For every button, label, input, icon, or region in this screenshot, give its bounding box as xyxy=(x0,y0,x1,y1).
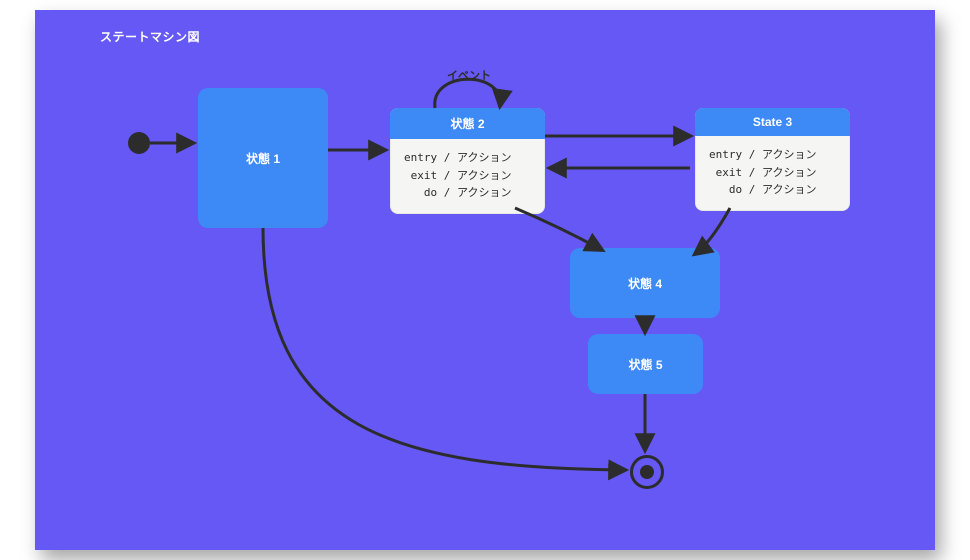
edge-s2-self xyxy=(435,79,500,108)
state-5: 状態 5 xyxy=(588,334,703,394)
diagram-canvas: ステートマシン図 状態 1 状態 2 entry / アクション exit / … xyxy=(35,10,935,550)
state-3-body: entry / アクション exit / アクション do / アクション xyxy=(695,136,850,211)
state-2-action-entry: entry / アクション xyxy=(404,149,531,167)
state-1: 状態 1 xyxy=(198,88,328,228)
final-state-inner xyxy=(640,465,654,479)
edge-self-state2-label: イベント xyxy=(447,67,491,83)
state-3-action-do: do / アクション xyxy=(709,181,836,199)
state-2-body: entry / アクション exit / アクション do / アクション xyxy=(390,139,545,214)
diagram-title: ステートマシン図 xyxy=(100,28,200,45)
state-2: 状態 2 entry / アクション exit / アクション do / アクシ… xyxy=(390,108,545,214)
state-4: 状態 4 xyxy=(570,248,720,318)
state-2-title: 状態 2 xyxy=(390,108,545,139)
edges-layer xyxy=(35,10,935,550)
state-5-label: 状態 5 xyxy=(628,356,662,373)
state-3-action-exit: exit / アクション xyxy=(709,164,836,182)
state-3-title: State 3 xyxy=(695,108,850,136)
state-1-label: 状態 1 xyxy=(246,150,280,167)
edge-s2-to-s4 xyxy=(515,208,602,250)
initial-state xyxy=(128,132,150,154)
state-2-action-exit: exit / アクション xyxy=(404,167,531,185)
state-3-action-entry: entry / アクション xyxy=(709,146,836,164)
state-3: State 3 entry / アクション exit / アクション do / … xyxy=(695,108,850,211)
state-2-action-do: do / アクション xyxy=(404,184,531,202)
state-4-label: 状態 4 xyxy=(628,275,662,292)
final-state xyxy=(630,455,664,489)
